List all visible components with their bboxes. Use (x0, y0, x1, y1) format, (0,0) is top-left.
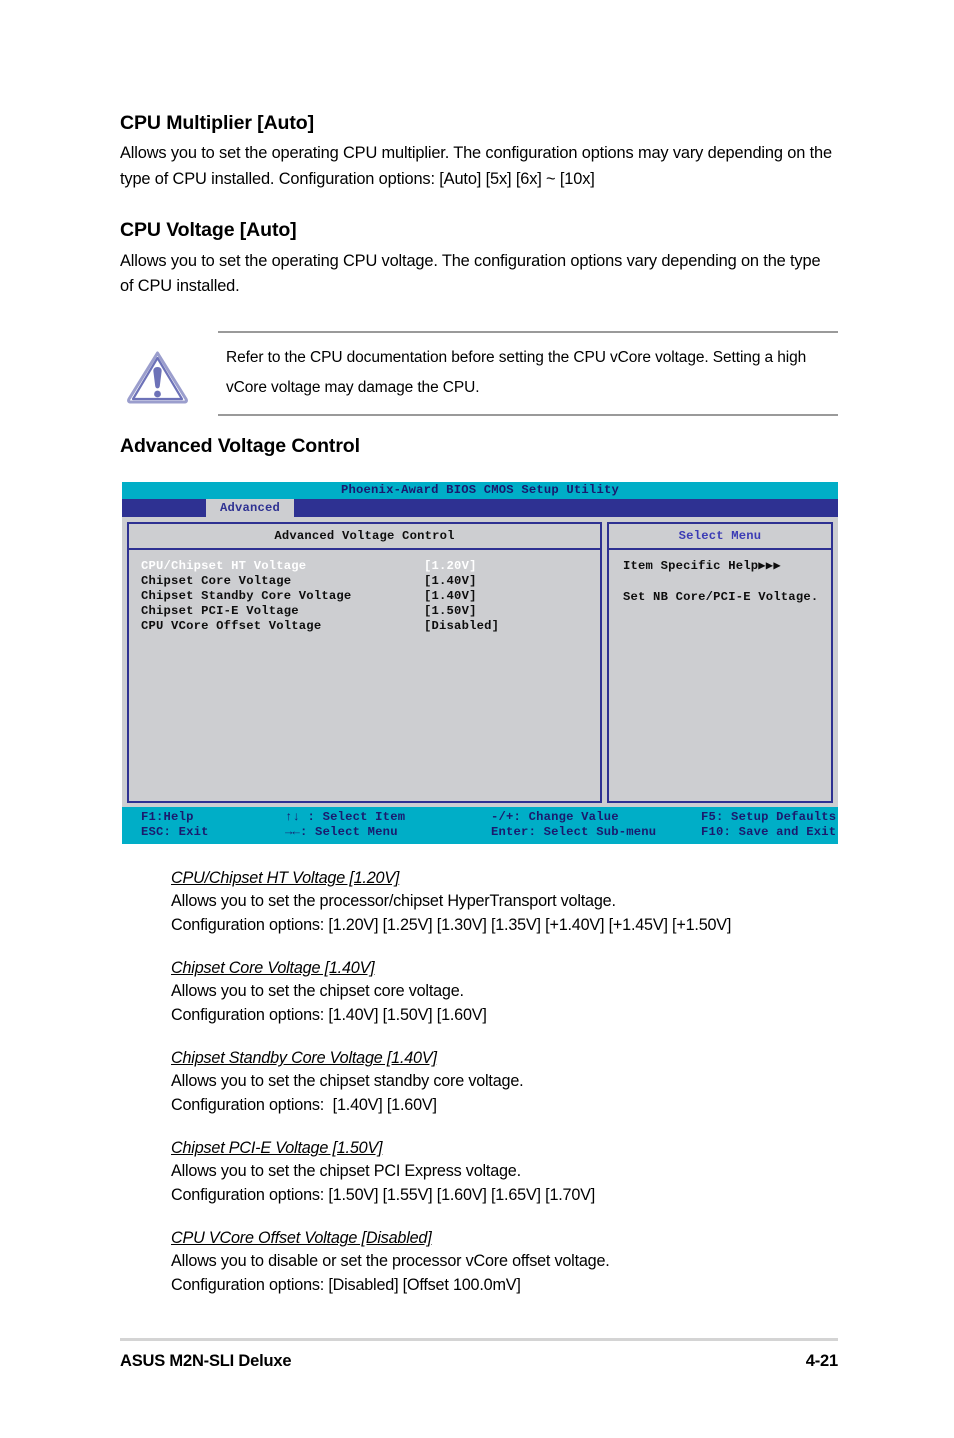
option-value: [Disabled] (424, 619, 500, 634)
warning-triangle-icon (126, 349, 189, 404)
bios-key-legend: F1:Help ↑↓ : Select Item -/+: Change Val… (122, 807, 838, 845)
option-label: CPU VCore Offset Voltage (141, 619, 322, 634)
page-content: CPU Multiplier [Auto] Allows you to set … (120, 112, 838, 1297)
footer-product-name: ASUS M2N-SLI Deluxe (120, 1352, 292, 1370)
option-label: Chipset Core Voltage (141, 574, 292, 589)
tab-advanced[interactable]: Advanced (206, 499, 294, 518)
option-label: Chipset PCI-E Voltage (141, 604, 299, 619)
paragraph-cpu-multiplier: Allows you to set the operating CPU mult… (120, 144, 832, 188)
bios-option-row[interactable]: CPU/Chipset HT Voltage [1.20V] (129, 559, 600, 574)
page-footer: ASUS M2N-SLI Deluxe 4-21 (120, 1338, 838, 1371)
detail-heading: Chipset PCI-E Voltage [1.50V] (171, 1139, 383, 1158)
heading-cpu-multiplier: CPU Multiplier [Auto] (120, 112, 314, 134)
option-value: [1.50V] (424, 604, 477, 619)
document-page: CPU Multiplier [Auto] Allows you to set … (0, 0, 954, 1438)
detail-description: Allows you to disable or set the process… (171, 1252, 610, 1271)
detail-description: Allows you to set the chipset core volta… (171, 982, 464, 1001)
bios-right-pane: Select Menu Item Specific Help▶▶▶ Set NB… (607, 522, 833, 804)
detail-options: Configuration options: [1.20V] [1.25V] [… (171, 915, 732, 934)
warning-note: Refer to the CPU documentation before se… (120, 330, 838, 416)
item-specific-help-title: Item Specific Help▶▶▶ (623, 559, 781, 574)
key-change-value[interactable]: -/+: Change Value (491, 810, 701, 825)
bios-left-pane: Advanced Voltage Control CPU/Chipset HT … (127, 522, 602, 804)
detail-heading: CPU VCore Offset Voltage [Disabled] (171, 1229, 432, 1248)
detail-heading: Chipset Standby Core Voltage [1.40V] (171, 1049, 437, 1068)
option-label: CPU/Chipset HT Voltage (141, 559, 307, 574)
paragraph-cpu-voltage: Allows you to set the operating CPU volt… (120, 251, 821, 296)
bios-body: Advanced Voltage Control CPU/Chipset HT … (122, 517, 838, 808)
note-top-divider (218, 330, 838, 333)
bios-option-row[interactable]: Chipset Core Voltage [1.40V] (129, 574, 600, 589)
detail-block: CPU/Chipset HT Voltage [1.20V] Allows yo… (171, 867, 831, 937)
option-value: [1.40V] (424, 589, 477, 604)
detail-description: Allows you to set the chipset standby co… (171, 1072, 524, 1091)
detail-block: Chipset Standby Core Voltage [1.40V] All… (171, 1047, 831, 1117)
key-select-menu[interactable]: →←: Select Menu (285, 825, 491, 840)
key-select-item[interactable]: ↑↓ : Select Item (285, 810, 491, 825)
detail-heading: CPU/Chipset HT Voltage [1.20V] (171, 869, 400, 888)
bios-panes: Advanced Voltage Control CPU/Chipset HT … (127, 522, 833, 804)
option-details-list: CPU/Chipset HT Voltage [1.20V] Allows yo… (171, 867, 831, 1297)
note-text: Refer to the CPU documentation before se… (226, 348, 807, 396)
heading-cpu-voltage: CPU Voltage [Auto] (120, 219, 297, 242)
key-enter-submenu[interactable]: Enter: Select Sub-menu (491, 825, 701, 840)
detail-block: Chipset Core Voltage [1.40V] Allows you … (171, 957, 831, 1027)
detail-description: Allows you to set the processor/chipset … (171, 892, 616, 911)
bios-tab-bar: Advanced (122, 499, 838, 518)
detail-options: Configuration options: [1.50V] [1.55V] [… (171, 1185, 596, 1204)
bios-setup-screen: Phoenix-Award BIOS CMOS Setup Utility Ad… (122, 482, 838, 845)
option-value: [1.20V] (424, 559, 477, 574)
detail-description: Allows you to set the chipset PCI Expres… (171, 1162, 521, 1181)
left-pane-title: Advanced Voltage Control (129, 524, 600, 551)
note-bottom-divider (218, 413, 838, 416)
detail-block: Chipset PCI-E Voltage [1.50V] Allows you… (171, 1137, 831, 1207)
page-number: 4-21 (805, 1352, 838, 1370)
detail-block: CPU VCore Offset Voltage [Disabled] Allo… (171, 1227, 831, 1297)
key-f1-help[interactable]: F1:Help (141, 810, 285, 825)
bios-key-legend-row: F1:Help ↑↓ : Select Item -/+: Change Val… (122, 810, 838, 825)
bios-options-list: CPU/Chipset HT Voltage [1.20V] Chipset C… (129, 550, 600, 801)
right-pane-title: Select Menu (609, 524, 831, 551)
heading-advanced-voltage-control: Advanced Voltage Control (120, 434, 360, 457)
key-f5-setup-defaults[interactable]: F5: Setup Defaults (701, 810, 836, 825)
footer-row: ASUS M2N-SLI Deluxe 4-21 (120, 1352, 838, 1371)
bios-option-row[interactable]: CPU VCore Offset Voltage [Disabled] (129, 619, 600, 634)
bios-option-row[interactable]: Chipset Standby Core Voltage [1.40V] (129, 589, 600, 604)
bios-key-legend-row: ESC: Exit →←: Select Menu Enter: Select … (122, 825, 838, 840)
detail-heading: Chipset Core Voltage [1.40V] (171, 959, 375, 978)
option-value: [1.40V] (424, 574, 477, 589)
detail-options: Configuration options: [1.40V] [1.50V] [… (171, 1005, 487, 1024)
key-esc-exit[interactable]: ESC: Exit (141, 825, 285, 840)
footer-divider (120, 1338, 838, 1341)
bios-help-panel: Item Specific Help▶▶▶ Set NB Core/PCI-E … (609, 550, 831, 801)
bios-title: Phoenix-Award BIOS CMOS Setup Utility (122, 482, 838, 500)
item-specific-help-text: Set NB Core/PCI-E Voltage. (623, 590, 819, 605)
option-label: Chipset Standby Core Voltage (141, 589, 352, 604)
bios-option-row[interactable]: Chipset PCI-E Voltage [1.50V] (129, 604, 600, 619)
detail-options: Configuration options: [Disabled] [Offse… (171, 1275, 521, 1294)
detail-options: Configuration options: [1.40V] [1.60V] (171, 1095, 437, 1114)
key-f10-save-exit[interactable]: F10: Save and Exit (701, 825, 836, 840)
